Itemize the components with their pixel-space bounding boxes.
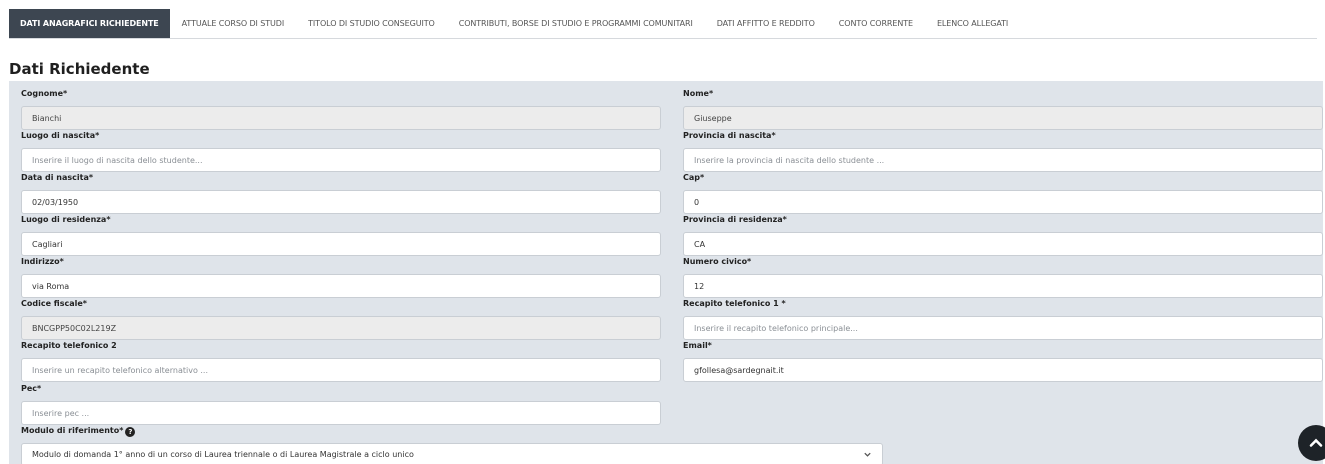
modulo-select[interactable]: Modulo di domanda 1° anno di un corso di… <box>21 443 883 464</box>
nome-label: Nome* <box>683 89 714 98</box>
numero-civico-input[interactable] <box>683 274 1323 298</box>
numero-civico-label: Numero civico* <box>683 257 752 266</box>
tab-titolo-studio[interactable]: TITOLO DI STUDIO CONSEGUITO <box>296 9 447 38</box>
chevron-down-icon <box>864 452 871 457</box>
question-circle-icon[interactable]: ? <box>125 427 136 437</box>
tab-attuale-corso[interactable]: ATTUALE CORSO DI STUDI <box>170 9 296 38</box>
nome-field[interactable] <box>683 106 1323 130</box>
recapito2-label: Recapito telefonico 2 <box>21 341 117 350</box>
pec-label: Pec* <box>21 384 42 393</box>
tab-contributi[interactable]: CONTRIBUTI, BORSE DI STUDIO E PROGRAMMI … <box>447 9 705 38</box>
modulo-selected-value: Modulo di domanda 1° anno di un corso di… <box>32 450 414 459</box>
data-nascita-label: Data di nascita* <box>21 173 94 182</box>
section-title: Dati Richiedente <box>9 60 150 78</box>
codice-fiscale-field[interactable] <box>21 316 661 340</box>
cap-input[interactable] <box>683 190 1323 214</box>
modulo-label-text: Modulo di riferimento* <box>21 426 124 435</box>
luogo-residenza-input[interactable] <box>21 232 661 256</box>
indirizzo-input[interactable] <box>21 274 661 298</box>
cognome-field[interactable] <box>21 106 661 130</box>
provincia-residenza-label: Provincia di residenza* <box>683 215 787 224</box>
tab-affitto-reddito[interactable]: DATI AFFITTO E REDDITO <box>705 9 827 38</box>
email-label: Email* <box>683 341 712 350</box>
provincia-nascita-label: Provincia di nascita* <box>683 131 776 140</box>
recapito1-label: Recapito telefonico 1 * <box>683 299 786 308</box>
recapito2-input[interactable] <box>21 358 661 382</box>
luogo-residenza-label: Luogo di residenza* <box>21 215 111 224</box>
luogo-nascita-label: Luogo di nascita* <box>21 131 100 140</box>
data-nascita-input[interactable] <box>21 190 661 214</box>
provincia-residenza-input[interactable] <box>683 232 1323 256</box>
recapito1-input[interactable] <box>683 316 1323 340</box>
chevron-up-icon <box>1309 438 1323 447</box>
codice-fiscale-label: Codice fiscale* <box>21 299 87 308</box>
indirizzo-label: Indirizzo* <box>21 257 64 266</box>
tab-conto-corrente[interactable]: CONTO CORRENTE <box>827 9 925 38</box>
modulo-label: Modulo di riferimento*? <box>21 426 136 437</box>
cap-label: Cap* <box>683 173 705 182</box>
pec-input[interactable] <box>21 401 661 425</box>
cognome-label: Cognome* <box>21 89 68 98</box>
email-input[interactable] <box>683 358 1323 382</box>
tab-bar: DATI ANAGRAFICI RICHIEDENTE ATTUALE CORS… <box>9 9 1317 39</box>
provincia-nascita-input[interactable] <box>683 148 1323 172</box>
tab-elenco-allegati[interactable]: ELENCO ALLEGATI <box>925 9 1020 38</box>
luogo-nascita-input[interactable] <box>21 148 661 172</box>
tab-dati-anagrafici[interactable]: DATI ANAGRAFICI RICHIEDENTE <box>9 9 170 38</box>
